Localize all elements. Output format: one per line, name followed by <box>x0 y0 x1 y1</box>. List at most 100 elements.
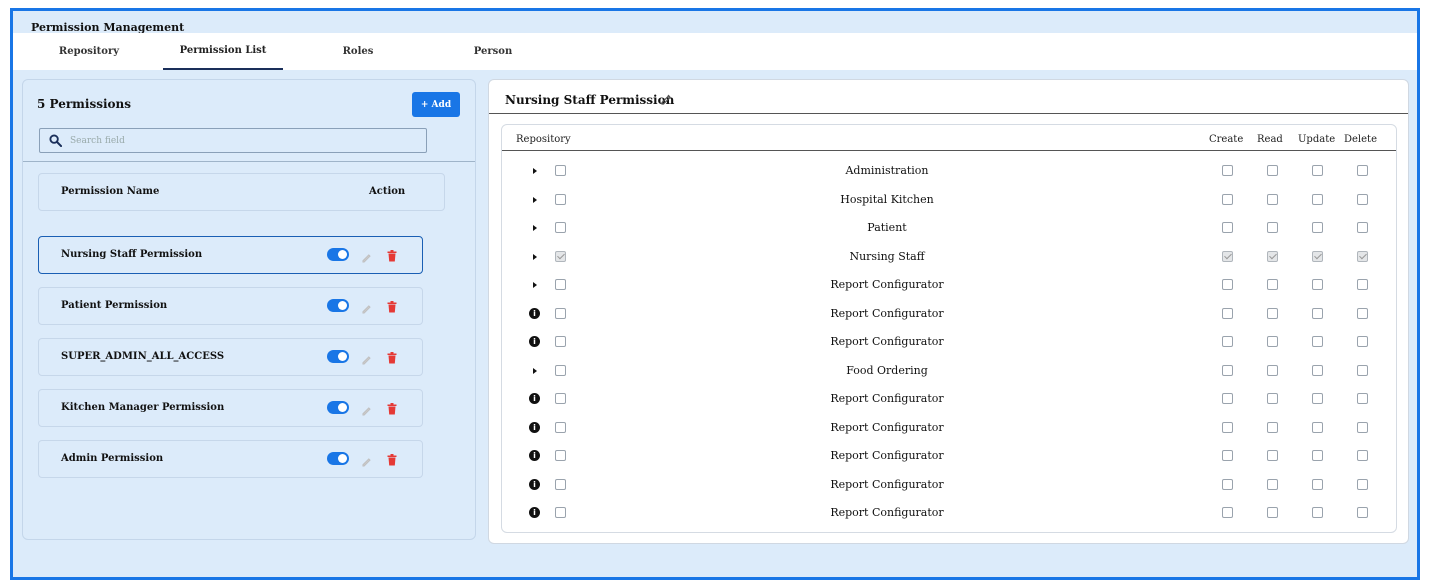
trash-icon[interactable] <box>387 298 397 317</box>
pencil-icon[interactable] <box>361 401 372 420</box>
enable-toggle[interactable] <box>327 248 349 261</box>
update-checkbox[interactable] <box>1312 279 1323 290</box>
read-checkbox[interactable] <box>1267 279 1278 290</box>
search-input[interactable] <box>70 135 410 146</box>
row-select-checkbox[interactable] <box>555 250 566 262</box>
create-checkbox[interactable] <box>1222 364 1233 376</box>
delete-checkbox[interactable] <box>1357 279 1368 290</box>
row-select-checkbox[interactable] <box>555 193 566 205</box>
expand-caret-icon[interactable] <box>533 196 537 203</box>
pencil-icon[interactable] <box>361 452 372 471</box>
pencil-icon[interactable] <box>660 90 672 109</box>
pencil-icon[interactable] <box>361 299 372 318</box>
read-checkbox[interactable] <box>1267 250 1278 262</box>
row-select-checkbox[interactable] <box>555 165 566 176</box>
update-checkbox[interactable] <box>1312 364 1323 376</box>
delete-checkbox[interactable] <box>1357 364 1368 376</box>
create-checkbox[interactable] <box>1222 193 1233 205</box>
update-checkbox[interactable] <box>1312 450 1323 461</box>
expand-caret-icon[interactable] <box>533 225 537 231</box>
create-checkbox[interactable] <box>1222 336 1233 347</box>
row-select-checkbox[interactable] <box>555 450 566 461</box>
read-checkbox[interactable] <box>1267 222 1278 233</box>
repository-name: Report Configurator <box>830 449 944 462</box>
trash-icon[interactable] <box>387 400 397 419</box>
create-checkbox[interactable] <box>1222 393 1233 404</box>
table-row: i Report Configurator <box>502 415 1396 443</box>
delete-checkbox[interactable] <box>1357 165 1368 176</box>
create-checkbox[interactable] <box>1222 507 1233 518</box>
tab-permission-list[interactable]: Permission List <box>163 33 283 70</box>
delete-checkbox[interactable] <box>1357 250 1368 262</box>
update-checkbox[interactable] <box>1312 307 1323 319</box>
row-select-checkbox[interactable] <box>555 393 566 404</box>
expand-caret-icon[interactable] <box>533 168 537 174</box>
row-select-checkbox[interactable] <box>555 507 566 518</box>
read-checkbox[interactable] <box>1267 507 1278 518</box>
row-select-checkbox[interactable] <box>555 222 566 233</box>
expand-caret-icon[interactable] <box>533 282 537 288</box>
trash-icon[interactable] <box>387 349 397 368</box>
row-select-checkbox[interactable] <box>555 279 566 290</box>
create-checkbox[interactable] <box>1222 450 1233 461</box>
create-checkbox[interactable] <box>1222 222 1233 233</box>
permission-row[interactable]: SUPER_ADMIN_ALL_ACCESS <box>38 338 423 376</box>
delete-checkbox[interactable] <box>1357 193 1368 205</box>
permission-row[interactable]: Patient Permission <box>38 287 423 325</box>
permission-row[interactable]: Kitchen Manager Permission <box>38 389 423 427</box>
create-checkbox[interactable] <box>1222 478 1233 490</box>
delete-checkbox[interactable] <box>1357 421 1368 433</box>
read-checkbox[interactable] <box>1267 393 1278 404</box>
update-checkbox[interactable] <box>1312 421 1323 433</box>
create-checkbox[interactable] <box>1222 165 1233 176</box>
delete-checkbox[interactable] <box>1357 307 1368 319</box>
trash-icon[interactable] <box>387 247 397 266</box>
tab-person[interactable]: Person <box>433 33 553 70</box>
tab-roles[interactable]: Roles <box>298 33 418 70</box>
read-checkbox[interactable] <box>1267 364 1278 376</box>
update-checkbox[interactable] <box>1312 165 1323 176</box>
read-checkbox[interactable] <box>1267 478 1278 490</box>
delete-checkbox[interactable] <box>1357 450 1368 461</box>
create-checkbox[interactable] <box>1222 279 1233 290</box>
trash-icon[interactable] <box>387 451 397 470</box>
read-checkbox[interactable] <box>1267 307 1278 319</box>
read-checkbox[interactable] <box>1267 193 1278 205</box>
read-checkbox[interactable] <box>1267 336 1278 347</box>
enable-toggle[interactable] <box>327 299 349 312</box>
update-checkbox[interactable] <box>1312 222 1323 233</box>
enable-toggle[interactable] <box>327 401 349 414</box>
create-checkbox[interactable] <box>1222 250 1233 262</box>
update-checkbox[interactable] <box>1312 478 1323 490</box>
enable-toggle[interactable] <box>327 350 349 363</box>
delete-checkbox[interactable] <box>1357 478 1368 490</box>
expand-caret-icon[interactable] <box>533 367 537 374</box>
delete-checkbox[interactable] <box>1357 393 1368 404</box>
row-select-checkbox[interactable] <box>555 364 566 376</box>
pencil-icon[interactable] <box>361 350 372 369</box>
delete-checkbox[interactable] <box>1357 336 1368 347</box>
read-checkbox[interactable] <box>1267 421 1278 433</box>
create-checkbox[interactable] <box>1222 421 1233 433</box>
read-checkbox[interactable] <box>1267 165 1278 176</box>
pencil-icon[interactable] <box>361 248 372 267</box>
create-checkbox[interactable] <box>1222 307 1233 319</box>
row-select-checkbox[interactable] <box>555 421 566 433</box>
permission-row[interactable]: Nursing Staff Permission <box>38 236 423 274</box>
row-select-checkbox[interactable] <box>555 336 566 347</box>
update-checkbox[interactable] <box>1312 250 1323 262</box>
add-permission-button[interactable]: + Add <box>412 92 460 117</box>
update-checkbox[interactable] <box>1312 193 1323 205</box>
row-select-checkbox[interactable] <box>555 307 566 319</box>
enable-toggle[interactable] <box>327 452 349 465</box>
update-checkbox[interactable] <box>1312 393 1323 404</box>
expand-caret-icon[interactable] <box>533 253 537 260</box>
tab-repository[interactable]: Repository <box>29 33 149 70</box>
delete-checkbox[interactable] <box>1357 222 1368 233</box>
update-checkbox[interactable] <box>1312 507 1323 518</box>
permission-row[interactable]: Admin Permission <box>38 440 423 478</box>
read-checkbox[interactable] <box>1267 450 1278 461</box>
update-checkbox[interactable] <box>1312 336 1323 347</box>
delete-checkbox[interactable] <box>1357 507 1368 518</box>
row-select-checkbox[interactable] <box>555 478 566 490</box>
